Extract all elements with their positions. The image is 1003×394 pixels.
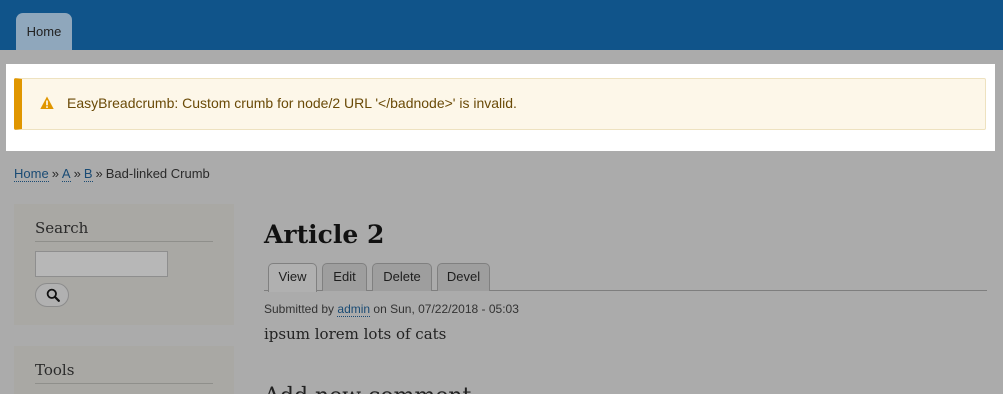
search-icon — [46, 288, 60, 302]
local-tasks-tabs: View Edit Delete Devel — [264, 263, 987, 292]
tools-block-title: Tools — [35, 361, 213, 384]
tab-devel[interactable]: Devel — [437, 263, 490, 291]
breadcrumb-separator: » — [73, 166, 81, 181]
search-block-title: Search — [35, 219, 213, 242]
author-link[interactable]: admin — [337, 302, 371, 317]
breadcrumb-link-b[interactable]: B — [83, 166, 93, 182]
tab-delete[interactable]: Delete — [372, 263, 432, 291]
comment-heading: Add new comment — [264, 384, 471, 394]
breadcrumb-current: Bad-linked Crumb — [105, 166, 210, 181]
tab-edit[interactable]: Edit — [322, 263, 367, 291]
submitted-date: on Sun, 07/22/2018 - 05:03 — [373, 302, 519, 316]
submitted-prefix: Submitted by — [264, 302, 335, 316]
warning-message: EasyBreadcrumb: Custom crumb for node/2 … — [14, 78, 986, 130]
search-input[interactable] — [35, 251, 168, 277]
submitted-info: Submitted by admin on Sun, 07/22/2018 - … — [264, 302, 519, 317]
breadcrumb-link-home[interactable]: Home — [14, 166, 49, 182]
breadcrumb: Home» A» B» Bad-linked Crumb — [14, 166, 210, 182]
site-header: Home — [0, 0, 1003, 50]
breadcrumb-separator: » — [95, 166, 103, 181]
messages-region: EasyBreadcrumb: Custom crumb for node/2 … — [6, 64, 995, 151]
nav-tab-home[interactable]: Home — [16, 13, 72, 50]
warning-icon — [40, 96, 54, 109]
article-body: ipsum lorem lots of cats — [264, 325, 447, 343]
page-title: Article 2 — [264, 220, 385, 249]
tab-view[interactable]: View — [268, 263, 317, 292]
warning-text: EasyBreadcrumb: Custom crumb for node/2 … — [67, 95, 517, 111]
search-block: Search — [14, 204, 234, 325]
breadcrumb-link-a[interactable]: A — [61, 166, 71, 182]
tools-block: Tools — [14, 346, 234, 394]
search-button[interactable] — [35, 283, 69, 307]
breadcrumb-separator: » — [51, 166, 59, 181]
